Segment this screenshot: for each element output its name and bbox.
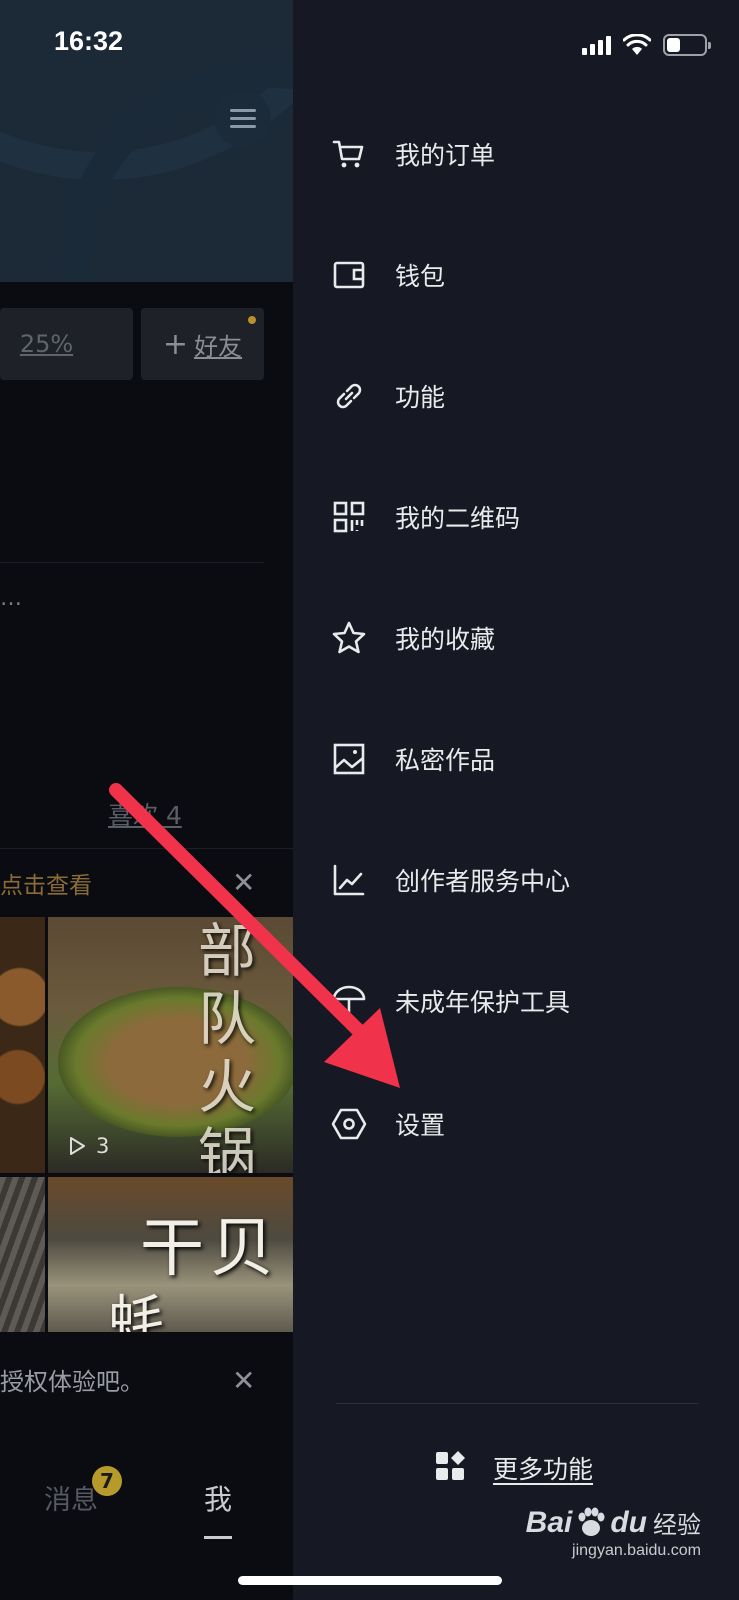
profile-page-dimmed: 16:32 25% + 好友 … 喜欢 4 点击查看 ✕ 部队火锅 3 干贝 蚝… (0, 0, 293, 1600)
menu-item-label: 功能 (395, 383, 446, 412)
qrcode-icon (331, 499, 367, 535)
menu-item-private-works[interactable]: 私密作品 (331, 729, 711, 789)
baidu-jingyan-watermark: Bai du 经验 jingyan.baidu.com (525, 1505, 701, 1560)
truncated-bio: … (0, 586, 22, 611)
menu-item-label: 钱包 (395, 262, 446, 291)
likes-tab[interactable]: 喜欢 4 (108, 796, 182, 832)
status-icons (582, 34, 711, 56)
thumbnail-title-2: 蚝 (108, 1290, 164, 1332)
thumbnail-title: 干贝 (140, 1212, 280, 1286)
menu-item-features[interactable]: 功能 (331, 366, 711, 426)
profile-completion-box[interactable]: 25% (0, 308, 133, 380)
menu-item-label: 创作者服务中心 (395, 867, 571, 896)
hamburger-icon (229, 108, 256, 129)
menu-item-minor-protection[interactable]: 未成年保护工具 (331, 971, 711, 1031)
more-features-label: 更多功能 (493, 1455, 594, 1484)
side-drawer: 我的订单 钱包 功能 我的二维码 我的收藏 私密作品 创作者服务中心 未成年保护… (293, 0, 739, 1600)
tab-active-indicator (204, 1536, 232, 1539)
play-icon (70, 1137, 85, 1155)
chart-icon (331, 862, 367, 898)
add-friend-label: 好友 (194, 332, 243, 361)
thumbnail-title: 部队火锅 (198, 917, 257, 1173)
baidu-paw-logo-icon (578, 1507, 605, 1536)
menu-item-orders[interactable]: 我的订单 (331, 124, 711, 184)
star-icon (331, 620, 367, 656)
menu-item-creator-center[interactable]: 创作者服务中心 (331, 850, 711, 910)
menu-item-favorites[interactable]: 我的收藏 (331, 608, 711, 668)
close-auth-notice-icon[interactable]: ✕ (232, 1364, 255, 1397)
wallet-icon (331, 257, 367, 293)
video-thumbnail[interactable] (0, 917, 45, 1173)
menu-item-label: 我的订单 (395, 141, 496, 170)
play-count-value: 3 (96, 1134, 110, 1158)
status-time: 16:32 (54, 26, 124, 56)
notice-text: 点击查看 (0, 873, 92, 899)
play-count: 3 (66, 1134, 109, 1158)
more-features-button[interactable]: 更多功能 (435, 1450, 593, 1486)
link-icon (331, 378, 367, 414)
tab-me[interactable]: 我 (204, 1478, 232, 1518)
auth-notice-text: 授权体验吧。 (0, 1368, 144, 1396)
menu-item-settings[interactable]: 设置 (331, 1094, 711, 1154)
video-thumbnail[interactable] (0, 1177, 45, 1332)
profile-completion-percent: 25% (19, 330, 74, 358)
settings-hexagon-icon (331, 1106, 367, 1142)
plus-icon: + (162, 326, 189, 362)
messages-badge: 7 (92, 1466, 122, 1496)
cellular-signal-icon (582, 35, 611, 55)
menu-item-label: 我的收藏 (395, 625, 496, 654)
apps-grid-icon (435, 1451, 465, 1485)
menu-item-label: 私密作品 (395, 746, 496, 775)
menu-item-label: 设置 (395, 1111, 446, 1140)
tab-messages[interactable]: 消息 (44, 1478, 98, 1517)
battery-icon (663, 34, 711, 56)
video-thumbnail[interactable]: 部队火锅 3 (48, 917, 293, 1173)
add-friend-button[interactable]: + 好友 (141, 308, 264, 380)
menu-item-label: 我的二维码 (395, 504, 521, 533)
divider (0, 562, 264, 563)
cart-icon (331, 136, 367, 172)
video-thumbnail[interactable]: 干贝 蚝 (48, 1177, 293, 1332)
close-notice-icon[interactable]: ✕ (232, 866, 255, 899)
wifi-icon (623, 34, 651, 55)
drawer-divider (336, 1403, 698, 1404)
umbrella-icon (331, 983, 367, 1019)
home-indicator (238, 1576, 502, 1585)
divider (0, 848, 293, 849)
menu-item-wallet[interactable]: 钱包 (331, 245, 711, 305)
menu-item-qrcode[interactable]: 我的二维码 (331, 487, 711, 547)
notification-dot (248, 316, 256, 324)
menu-item-label: 未成年保护工具 (395, 988, 571, 1017)
image-icon (331, 741, 367, 777)
hamburger-menu-button[interactable] (214, 90, 271, 147)
